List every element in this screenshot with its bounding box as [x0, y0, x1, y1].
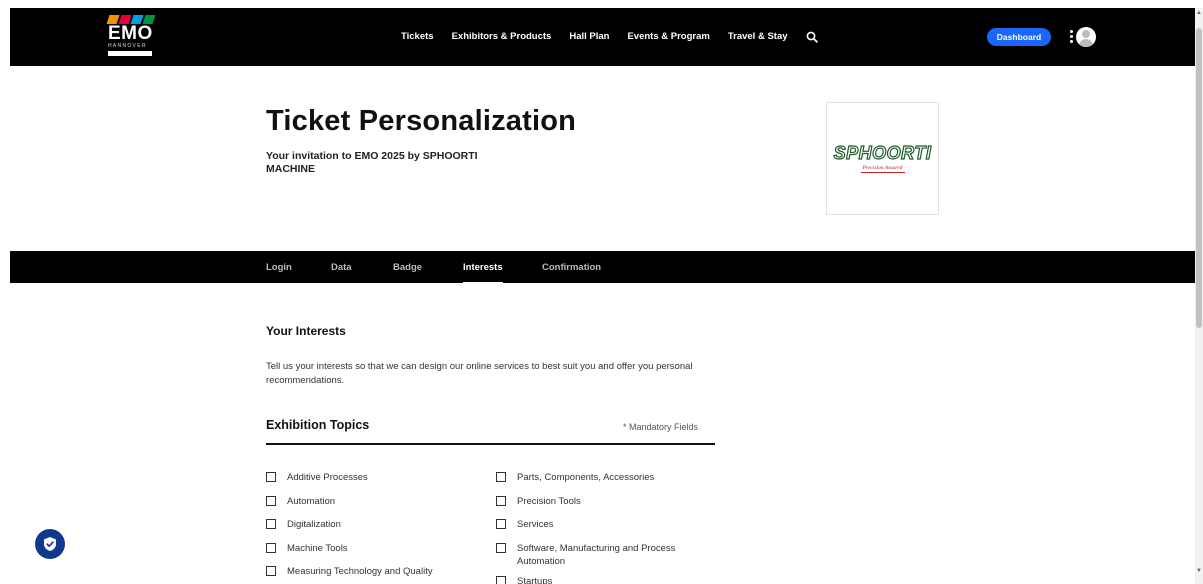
checkbox-automation[interactable]: Automation [266, 495, 335, 508]
logo-stripe [142, 15, 156, 24]
checkbox-digitalization[interactable]: Digitalization [266, 518, 341, 531]
page-scrollbar[interactable]: ▲ ▼ [1195, 8, 1203, 584]
checkbox-additive-processes[interactable]: Additive Processes [266, 471, 368, 484]
checkbox-box[interactable] [496, 496, 506, 506]
checkbox-services[interactable]: Services [496, 518, 553, 531]
window-top-strip [0, 0, 1203, 8]
user-avatar[interactable] [1076, 27, 1096, 47]
tab-login[interactable]: Login [266, 262, 292, 273]
avatar-body [1079, 39, 1093, 47]
sponsor-logo: SPHOORTI Precision Assured [826, 102, 939, 215]
page-frame: EMO HANNOVER Tickets Exhibitors & Produc… [10, 8, 1195, 584]
checkbox-label: Precision Tools [517, 496, 581, 507]
scroll-up-arrow-icon[interactable]: ▲ [1196, 10, 1202, 16]
mandatory-fields-note: * Mandatory Fields [623, 422, 699, 432]
tab-badge[interactable]: Badge [393, 262, 422, 273]
checkbox-machine-tools[interactable]: Machine Tools [266, 542, 348, 555]
checkbox-label: Machine Tools [287, 543, 348, 554]
logo-tagline-bar [108, 51, 152, 56]
checkbox-label: Services [517, 519, 554, 530]
checkbox-label: Measuring Technology and Quality [287, 566, 433, 577]
more-options-icon[interactable] [1068, 28, 1074, 46]
interests-intro: Tell us your interests so that we can de… [266, 361, 693, 386]
checkbox-label: Additive Processes [287, 472, 368, 483]
logo-text: EMO [108, 23, 153, 44]
invitation-subtitle: Your invitation to EMO 2025 by SPHOORTI … [266, 150, 478, 175]
privacy-shield-button[interactable] [35, 529, 65, 559]
your-interests-heading: Your Interests [266, 324, 346, 338]
step-tabs: Login Data Badge Interests Confirmation [10, 251, 1195, 284]
checkbox-box[interactable] [496, 472, 506, 482]
nav-travel-stay[interactable]: Travel & Stay [728, 31, 788, 42]
search-icon[interactable] [806, 30, 818, 43]
checkbox-software-manufacturing[interactable]: Software, Manufacturing and Process Auto… [496, 542, 716, 568]
avatar-head [1082, 30, 1090, 38]
emo-logo[interactable]: EMO HANNOVER [106, 15, 156, 59]
shield-check-icon [44, 537, 56, 551]
dashboard-button[interactable]: Dashboard [987, 28, 1051, 46]
nav-hall-plan[interactable]: Hall Plan [569, 31, 609, 42]
checkbox-box[interactable] [266, 543, 276, 553]
sponsor-swoosh [861, 172, 905, 173]
top-navigation-bar: EMO HANNOVER Tickets Exhibitors & Produc… [10, 8, 1195, 66]
checkbox-label: Digitalization [287, 519, 341, 530]
nav-exhibitors-products[interactable]: Exhibitors & Products [452, 31, 552, 42]
checkbox-box[interactable] [266, 472, 276, 482]
checkbox-label: Parts, Components, Accessories [517, 472, 655, 483]
checkbox-label: Startups [517, 576, 553, 584]
checkbox-parts-components[interactable]: Parts, Components, Accessories [496, 471, 654, 484]
checkbox-measuring-technology[interactable]: Measuring Technology and Quality [266, 565, 433, 578]
topics-divider [266, 443, 715, 445]
checkbox-box[interactable] [496, 576, 506, 584]
checkbox-label: Software, Manufacturing and Process Auto… [517, 543, 676, 567]
checkbox-label: Automation [287, 496, 336, 507]
exhibition-topics-heading: Exhibition Topics [266, 418, 370, 432]
checkbox-box[interactable] [496, 543, 506, 553]
main-nav: Tickets Exhibitors & Products Hall Plan … [401, 30, 818, 43]
checkbox-precision-tools[interactable]: Precision Tools [496, 495, 581, 508]
checkbox-box[interactable] [266, 566, 276, 576]
sponsor-slogan: Precision Assured [862, 165, 903, 171]
checkbox-startups[interactable]: Startups [496, 575, 552, 584]
tab-data[interactable]: Data [331, 262, 352, 273]
checkbox-box[interactable] [266, 496, 276, 506]
checkbox-box[interactable] [496, 519, 506, 529]
scroll-down-arrow-icon[interactable]: ▼ [1196, 568, 1202, 574]
tab-confirmation[interactable]: Confirmation [542, 262, 601, 273]
tab-interests[interactable]: Interests [463, 262, 503, 284]
sponsor-brand-text: SPHOORTI [833, 142, 932, 163]
logo-stripes [106, 15, 156, 24]
checkbox-box[interactable] [266, 519, 276, 529]
nav-events-program[interactable]: Events & Program [627, 31, 709, 42]
scrollbar-thumb[interactable] [1196, 28, 1202, 328]
nav-tickets[interactable]: Tickets [401, 31, 434, 42]
page-title: Ticket Personalization [266, 105, 577, 137]
